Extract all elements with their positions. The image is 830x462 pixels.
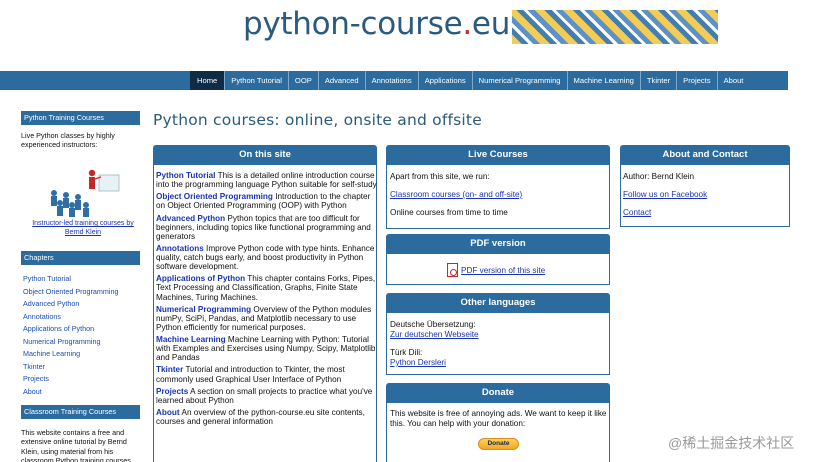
sidebar-item-machine-learning[interactable]: Machine Learning xyxy=(23,348,118,361)
donate-heading: Donate xyxy=(386,383,610,403)
site-logo[interactable]: python-course.eu xyxy=(243,6,510,42)
site-entry-text: Tutorial and introduction to Tkinter, th… xyxy=(156,365,345,384)
on-this-site-heading: On this site xyxy=(153,145,377,165)
live-courses-online: Online courses from time to time xyxy=(390,208,508,217)
sidebar-item-numerical-programming[interactable]: Numerical Programming xyxy=(23,336,118,349)
site-entry-link-tkinter[interactable]: Tkinter xyxy=(156,365,183,374)
live-courses-link-wrap: Classroom courses (on- and off-site) xyxy=(390,190,522,199)
nav-tkinter[interactable]: Tkinter xyxy=(639,71,676,90)
nav-oop[interactable]: OOP xyxy=(287,71,318,90)
nav-python-tutorial[interactable]: Python Tutorial xyxy=(224,71,288,90)
donate-button[interactable]: Donate xyxy=(478,438,519,450)
site-entry: Python Tutorial This is a detailed onlin… xyxy=(156,171,378,189)
site-entry: Applications of Python This chapter cont… xyxy=(156,274,378,301)
site-entry-link-machine-learning[interactable]: Machine Learning xyxy=(156,335,226,344)
other-languages-heading: Other languages xyxy=(386,293,610,313)
site-entry: Machine Learning Machine Learning with P… xyxy=(156,335,378,362)
training-classroom-image xyxy=(51,169,120,217)
site-entry-text: An overview of the python-course.eu site… xyxy=(156,408,365,427)
sidebar-chapters-heading: Chapters xyxy=(21,251,140,265)
site-entry-link-about[interactable]: About xyxy=(156,408,180,417)
donate-text: This website is free of annoying ads. We… xyxy=(390,409,607,428)
site-entry: Advanced Python Python topics that are t… xyxy=(156,214,378,241)
nav-items: Home Python Tutorial OOP Advanced Annota… xyxy=(190,71,749,90)
site-entry-link-oop[interactable]: Object Oriented Programming xyxy=(156,192,273,201)
site-entry-link-advanced-python[interactable]: Advanced Python xyxy=(156,214,225,223)
facebook-link-wrap: Follow us on Facebook xyxy=(623,190,707,199)
pdf-version-link[interactable]: PDF version of this site xyxy=(461,266,545,275)
sidebar-item-oop[interactable]: Object Oriented Programming xyxy=(23,286,118,299)
classroom-courses-link[interactable]: Classroom courses (on- and off-site) xyxy=(390,190,522,199)
sidebar-item-about[interactable]: About xyxy=(23,386,118,399)
sidebar-item-annotations[interactable]: Annotations xyxy=(23,311,118,324)
sidebar-training-heading: Python Training Courses xyxy=(21,111,140,125)
site-entry-link-applications[interactable]: Applications of Python xyxy=(156,274,245,283)
sidebar-classroom-text: This website contains a free and extensi… xyxy=(21,428,133,462)
site-entry-link-python-tutorial[interactable]: Python Tutorial xyxy=(156,171,215,180)
site-entry-text: A section on small projects to practice … xyxy=(156,386,373,405)
contact-link[interactable]: Contact xyxy=(623,208,651,217)
site-entry-link-projects[interactable]: Projects xyxy=(156,387,188,396)
turkish-label: Türk Dili: xyxy=(390,348,423,357)
page-title: Python courses: online, onsite and offsi… xyxy=(153,111,482,129)
pdf-icon[interactable] xyxy=(447,263,458,277)
sidebar-item-advanced-python[interactable]: Advanced Python xyxy=(23,298,118,311)
site-entry: Tkinter Tutorial and introduction to Tki… xyxy=(156,365,378,383)
site-entry-link-annotations[interactable]: Annotations xyxy=(156,244,204,253)
on-this-site-list: Python Tutorial This is a detailed onlin… xyxy=(156,171,378,429)
pdf-version-heading: PDF version xyxy=(386,234,610,254)
nav-annotations[interactable]: Annotations xyxy=(364,71,418,90)
sidebar-item-tkinter[interactable]: Tkinter xyxy=(23,361,118,374)
about-contact-heading: About and Contact xyxy=(620,145,790,165)
german-label: Deutsche Übersetzung: xyxy=(390,320,476,329)
turkish-link-wrap: Python Dersleri xyxy=(390,358,446,367)
site-entry-link-numerical[interactable]: Numerical Programming xyxy=(156,305,251,314)
nav-home[interactable]: Home xyxy=(190,71,225,90)
sidebar-chapter-list: Python Tutorial Object Oriented Programm… xyxy=(23,273,118,398)
site-entry: About An overview of the python-course.e… xyxy=(156,408,378,426)
site-entry: Object Oriented Programming Introduction… xyxy=(156,192,378,210)
live-courses-heading: Live Courses xyxy=(386,145,610,165)
sidebar-classroom-heading: Classroom Training Courses xyxy=(21,405,140,419)
german-link-wrap: Zur deutschen Webseite xyxy=(390,330,479,339)
live-courses-intro: Apart from this site, we run: xyxy=(390,172,490,181)
contact-link-wrap: Contact xyxy=(623,208,651,217)
author-text: Author: Bernd Klein xyxy=(623,172,695,181)
logo-tld: eu xyxy=(471,6,511,42)
sidebar-training-text: Live Python classes by highly experience… xyxy=(21,131,115,150)
nav-advanced[interactable]: Advanced xyxy=(317,71,365,90)
turkish-site-link[interactable]: Python Dersleri xyxy=(390,358,446,367)
logo-main: python-course xyxy=(243,6,463,42)
site-entry: Annotations Improve Python code with typ… xyxy=(156,244,378,271)
sidebar-item-applications[interactable]: Applications of Python xyxy=(23,323,118,336)
nav-numerical-programming[interactable]: Numerical Programming xyxy=(471,71,567,90)
sidebar-training-link[interactable]: Instructor-led training courses by Bernd… xyxy=(25,220,141,237)
python-logo-banner-icon xyxy=(512,10,718,44)
nav-about[interactable]: About xyxy=(716,71,750,90)
nav-applications[interactable]: Applications xyxy=(417,71,472,90)
sidebar-item-projects[interactable]: Projects xyxy=(23,373,118,386)
watermark: @稀土掘金技术社区 xyxy=(668,435,795,451)
site-entry: Numerical Programming Overview of the Py… xyxy=(156,305,378,332)
facebook-link[interactable]: Follow us on Facebook xyxy=(623,190,707,199)
pdf-link-wrap: PDF version of this site xyxy=(461,266,545,275)
site-entry: Projects A section on small projects to … xyxy=(156,387,378,405)
sidebar-item-python-tutorial[interactable]: Python Tutorial xyxy=(23,273,118,286)
top-navbar: Home Python Tutorial OOP Advanced Annota… xyxy=(0,71,788,90)
nav-machine-learning[interactable]: Machine Learning xyxy=(566,71,640,90)
nav-projects[interactable]: Projects xyxy=(676,71,716,90)
german-site-link[interactable]: Zur deutschen Webseite xyxy=(390,330,479,339)
logo-dot: . xyxy=(462,6,472,42)
